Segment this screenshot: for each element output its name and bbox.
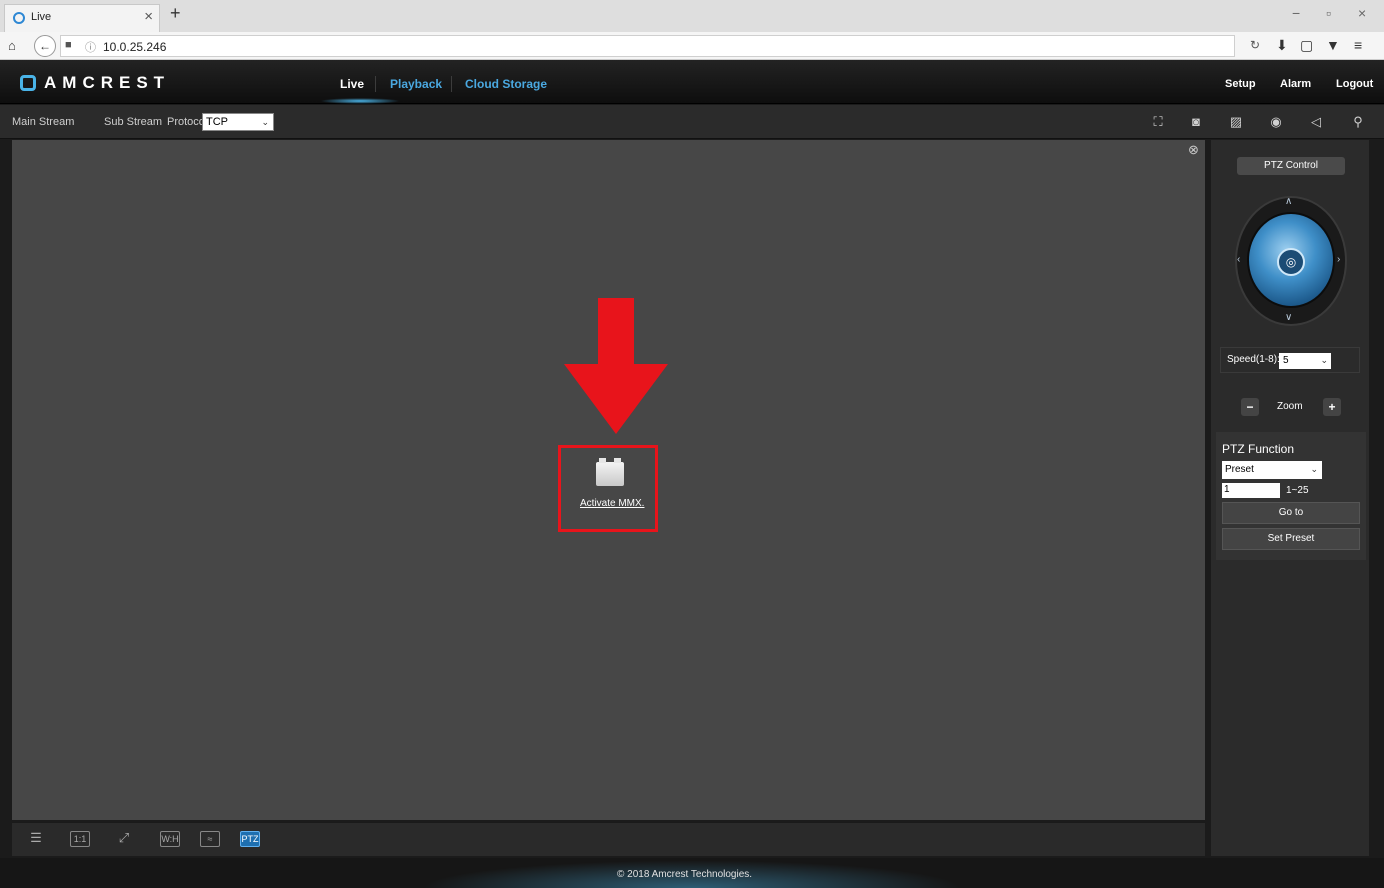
ptz-toggle-button[interactable]: PTZ <box>240 831 260 847</box>
fluency-icon[interactable]: ≈ <box>200 831 220 847</box>
set-preset-button[interactable]: Set Preset <box>1222 528 1360 550</box>
region-zoom-icon[interactable]: ⛶ <box>1150 114 1166 130</box>
aspect-ratio-button[interactable]: W:H <box>160 831 180 847</box>
preset-number-input[interactable]: 1 <box>1222 483 1280 498</box>
nav-cloud-storage[interactable]: Cloud Storage <box>465 77 547 91</box>
browser-tab-bar: Live × + − ▫ × <box>0 0 1384 32</box>
main-stream-button[interactable]: Main Stream <box>12 116 74 128</box>
pan-down-icon[interactable]: ∨ <box>1285 312 1292 323</box>
nav-live[interactable]: Live <box>340 77 364 91</box>
tab-title: Live <box>31 11 52 23</box>
ptz-control-title: PTZ Control <box>1237 157 1345 175</box>
nav-playback[interactable]: Playback <box>390 77 442 91</box>
speed-value: 5 <box>1283 355 1289 366</box>
microphone-icon[interactable]: ⚲ <box>1350 114 1366 130</box>
new-tab-button[interactable]: + <box>170 3 181 24</box>
zoom-label: Zoom <box>1277 401 1303 412</box>
close-window-icon[interactable]: × <box>1358 5 1366 21</box>
pan-up-icon[interactable]: ∧ <box>1285 196 1292 207</box>
nav-alarm[interactable]: Alarm <box>1280 78 1311 90</box>
annotation-highlight-box <box>558 445 658 532</box>
ptz-function-title: PTZ Function <box>1222 442 1295 456</box>
nav-logout[interactable]: Logout <box>1336 78 1373 90</box>
reload-icon[interactable]: ↻ <box>1250 38 1260 52</box>
pocket-icon[interactable]: ▼ <box>1326 37 1340 53</box>
browser-nav-bar: ⌂ ← ■ ⓘ 10.0.25.246 ↻ ⬇ ▢ ▼ ≡ <box>0 32 1384 60</box>
active-tab-indicator <box>320 98 400 104</box>
url-text: 10.0.25.246 <box>103 40 167 54</box>
app-logo: AMCREST <box>44 73 171 92</box>
nav-setup[interactable]: Setup <box>1225 78 1256 90</box>
zoom-in-button[interactable]: + <box>1323 398 1341 416</box>
back-button[interactable]: ← <box>34 35 56 57</box>
library-icon[interactable]: ▢ <box>1300 37 1313 54</box>
chevron-down-icon: ⌄ <box>1310 464 1318 474</box>
fullscreen-icon[interactable]: ⤢ <box>114 831 134 847</box>
snapshot-icon[interactable]: ◙ <box>1188 114 1204 130</box>
home-icon[interactable]: ⌂ <box>8 38 16 53</box>
pan-left-icon[interactable]: ‹ <box>1237 254 1240 265</box>
preset-range-label: 1~25 <box>1286 485 1309 496</box>
amcrest-logo-icon <box>20 75 36 91</box>
browser-tab[interactable]: Live × <box>4 4 160 32</box>
download-icon[interactable]: ⬇ <box>1276 37 1288 54</box>
nav-divider <box>451 76 452 92</box>
protocol-value: TCP <box>206 116 228 128</box>
sub-stream-button[interactable]: Sub Stream <box>104 116 162 128</box>
info-icon[interactable]: ⓘ <box>85 39 96 55</box>
speed-control: Speed(1-8): 5 ⌄ <box>1220 347 1360 373</box>
pan-right-icon[interactable]: › <box>1337 254 1340 265</box>
ptz-function-value: Preset <box>1225 464 1254 475</box>
restore-icon[interactable]: ▫ <box>1326 5 1331 21</box>
ptz-function-select[interactable]: Preset ⌄ <box>1222 461 1322 479</box>
annotation-arrow <box>598 298 634 364</box>
goto-preset-button[interactable]: Go to <box>1222 502 1360 524</box>
record-icon[interactable]: ◉ <box>1268 114 1284 130</box>
page-footer: © 2018 Amcrest Technologies. <box>0 858 1384 888</box>
zoom-control: − Zoom + <box>1237 396 1345 418</box>
plugin-icon[interactable] <box>596 458 624 486</box>
speed-select[interactable]: 5 ⌄ <box>1279 353 1331 369</box>
address-bar[interactable]: ■ ⓘ 10.0.25.246 <box>60 35 1235 57</box>
chevron-down-icon: ⌄ <box>1320 355 1328 365</box>
original-size-button[interactable]: 1:1 <box>70 831 90 847</box>
activate-plugin-link[interactable]: Activate MMX. <box>580 498 644 509</box>
copyright-text: © 2018 Amcrest Technologies. <box>617 869 753 880</box>
auto-focus-icon[interactable]: ◎ <box>1277 248 1305 276</box>
favicon-icon <box>13 12 25 24</box>
speed-label: Speed(1-8): <box>1227 354 1280 365</box>
video-control-bar: ☰ 1:1 ⤢ W:H ≈ PTZ <box>12 822 1205 856</box>
nav-divider <box>375 76 376 92</box>
protocol-select[interactable]: TCP ⌄ <box>202 113 274 131</box>
menu-icon[interactable]: ≡ <box>1354 37 1362 53</box>
minimize-icon[interactable]: − <box>1292 5 1300 21</box>
ptz-joystick[interactable]: ◎ ∧ ∨ ‹ › <box>1235 190 1347 328</box>
mute-icon[interactable]: ◁ <box>1308 114 1324 130</box>
adjust-settings-icon[interactable]: ☰ <box>26 831 46 847</box>
zoom-out-button[interactable]: − <box>1241 398 1259 416</box>
tab-close-icon[interactable]: × <box>144 8 153 25</box>
stream-toolbar: Main Stream Sub Stream Protocol TCP ⌄ ⛶ … <box>0 105 1384 139</box>
image-icon[interactable]: ▨ <box>1228 114 1244 130</box>
chevron-down-icon: ⌄ <box>261 117 269 127</box>
ptz-function-panel: PTZ Function Preset ⌄ 1 1~25 Go to Set P… <box>1216 432 1366 560</box>
page-info-icon[interactable]: ■ <box>65 39 72 51</box>
annotation-arrow-head <box>564 364 668 434</box>
app-header: AMCREST Live Playback Cloud Storage Setu… <box>0 60 1384 104</box>
close-video-icon[interactable]: ⊗ <box>1188 142 1199 158</box>
